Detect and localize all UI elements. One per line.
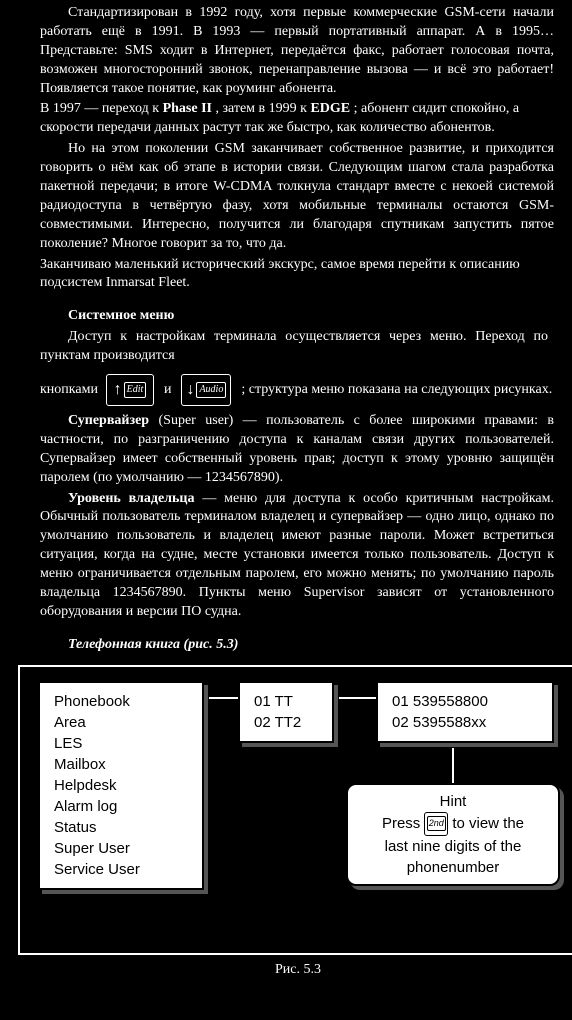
text-fragment: , затем в 1999 к [215, 101, 307, 116]
figure-caption: Рис. 5.3 [18, 961, 572, 980]
entry-list-box: 01 TT 02 TT2 [238, 681, 334, 743]
list-item: Status [54, 817, 188, 838]
number-list-box: 01 539558800 02 5395588xx [376, 681, 554, 743]
key-label: Audio [196, 382, 226, 398]
list-item: Area [54, 712, 188, 733]
text-fragment: — меню для доступа к особо критичным нас… [40, 491, 554, 619]
section-title-phonebook: Телефонная книга (рис. 5.3) [40, 636, 554, 655]
menu-list-box: Phonebook Area LES Mailbox Helpdesk Alar… [38, 681, 204, 890]
spacer: кнопками [40, 381, 98, 400]
body-paragraph: В 1997 — переход к Phase II , затем в 19… [40, 100, 554, 138]
text-fragment: Press [382, 813, 420, 834]
body-paragraph: Стандартизирован в 1992 году, хотя первы… [40, 4, 554, 98]
hint-box: Hint Press 2nd to view the last nine dig… [346, 783, 560, 886]
list-item: Phonebook [54, 691, 188, 712]
emphasis-phase: Phase II [163, 101, 212, 116]
connector-line [452, 743, 454, 783]
body-paragraph: Но на этом поколении GSM заканчивает соб… [40, 140, 554, 253]
list-item: Alarm log [54, 796, 188, 817]
hint-title: Hint [356, 791, 550, 812]
text-fragment: Доступ к настройкам терминала осуществля… [40, 328, 548, 366]
role-title-supervisor: Супервайзер [68, 413, 149, 428]
text-fragment: phonenumber [356, 857, 550, 878]
connector-line [204, 697, 238, 699]
arrow-down-icon: ↓ [186, 379, 194, 401]
key-instruction-row: Доступ к настройкам терминала осуществля… [40, 328, 554, 368]
emphasis-edge: EDGE [310, 101, 350, 116]
key-audio: ↓ Audio [181, 374, 231, 406]
body-paragraph: Супервайзер (Super user) — пользователь … [40, 412, 554, 488]
text-fragment: и [164, 381, 172, 400]
role-title-owner: Уровень владельца [68, 491, 194, 506]
list-item: 01 TT [254, 691, 318, 712]
body-paragraph: Уровень владельца — меню для доступа к о… [40, 490, 554, 622]
list-item: 02 TT2 [254, 712, 318, 733]
list-item: LES [54, 733, 188, 754]
list-item: Service User [54, 859, 188, 880]
list-item: 01 539558800 [392, 691, 538, 712]
text-fragment: last nine digits of the [356, 836, 550, 857]
body-paragraph: Заканчиваю маленький исторический экскур… [40, 256, 554, 294]
phonebook-diagram: Phonebook Area LES Mailbox Helpdesk Alar… [18, 665, 572, 955]
list-item: Helpdesk [54, 775, 188, 796]
hint-key-icon: 2nd [424, 812, 448, 836]
key-instruction-row: кнопками ↑ Edit и ↓ Audio ; структура ме… [40, 374, 554, 406]
list-item: Super User [54, 838, 188, 859]
text-fragment: В 1997 — переход к [40, 101, 159, 116]
connector-line [334, 697, 376, 699]
section-title-system-menu: Системное меню [40, 307, 554, 326]
key-edit: ↑ Edit [106, 374, 154, 406]
hint-key-label: 2nd [427, 816, 446, 831]
arrow-up-icon: ↑ [114, 379, 122, 401]
text-fragment: ; структура меню показана на следующих р… [241, 381, 552, 400]
list-item: Mailbox [54, 754, 188, 775]
text-fragment: to view the [452, 813, 524, 834]
key-label: Edit [124, 382, 147, 398]
list-item: 02 5395588xx [392, 712, 538, 733]
